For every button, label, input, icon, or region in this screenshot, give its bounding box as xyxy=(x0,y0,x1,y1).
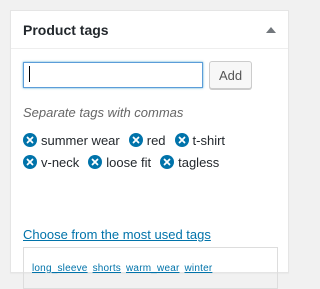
panel-toggle-button[interactable] xyxy=(260,19,282,41)
remove-circle-icon xyxy=(174,133,189,147)
tag-label: tagless xyxy=(178,154,220,170)
tag-item: red xyxy=(128,132,166,148)
remove-circle-icon xyxy=(128,133,143,147)
tag-label: t-shirt xyxy=(192,132,226,148)
tag-label: summer wear xyxy=(41,132,120,148)
tag-item: summer wear xyxy=(23,133,120,148)
tag-item: v-neck xyxy=(23,155,79,170)
tag-item: t-shirt xyxy=(174,132,226,148)
new-tag-input[interactable] xyxy=(23,62,203,88)
tag-cloud: long_sleeve shorts warm_wear winter xyxy=(23,247,278,289)
remove-circle-icon xyxy=(23,133,37,147)
tag-row: v-neck loose fit tagless xyxy=(23,151,283,173)
remove-circle-icon xyxy=(88,155,103,169)
triangle-up-icon xyxy=(266,27,276,33)
remove-tag-button[interactable] xyxy=(128,133,143,147)
tag-item: tagless xyxy=(160,155,219,170)
tag-label: v-neck xyxy=(41,154,80,170)
tag-cloud-link[interactable]: long_sleeve xyxy=(32,263,88,274)
tag-cloud-link[interactable]: warm_wear xyxy=(126,263,179,274)
howto-text: Separate tags with commas xyxy=(23,105,184,120)
text-cursor xyxy=(29,66,30,82)
tag-input-row: Add xyxy=(23,61,253,89)
tag-item: loose fit xyxy=(88,155,151,170)
add-tag-button[interactable]: Add xyxy=(209,61,253,89)
tag-cloud-link[interactable]: winter xyxy=(185,263,213,274)
remove-tag-button[interactable] xyxy=(88,155,103,169)
remove-tag-button[interactable] xyxy=(174,133,189,147)
remove-tag-button[interactable] xyxy=(23,155,37,169)
tag-list: summer wear red t-shirt v-neck loose fit… xyxy=(23,129,283,173)
remove-circle-icon xyxy=(23,155,37,169)
remove-circle-icon xyxy=(160,155,175,169)
tag-cloud-link[interactable]: shorts xyxy=(93,263,121,274)
panel-header: Product tags xyxy=(11,11,288,49)
tag-label: loose fit xyxy=(106,154,152,170)
tag-label: red xyxy=(146,132,166,148)
tag-row: summer wear red t-shirt xyxy=(23,129,283,151)
most-used-tags-link[interactable]: Choose from the most used tags xyxy=(23,227,211,242)
product-tags-panel: Product tags Add Separate tags with comm… xyxy=(10,10,289,289)
panel-title: Product tags xyxy=(23,22,109,38)
remove-tag-button[interactable] xyxy=(23,133,37,147)
remove-tag-button[interactable] xyxy=(160,155,175,169)
